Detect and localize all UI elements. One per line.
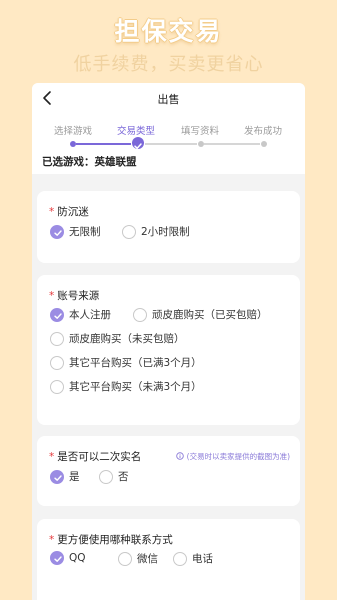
step-line-3 xyxy=(204,143,260,145)
option-label: 无限制 xyxy=(69,226,101,238)
step-dot-4 xyxy=(261,141,267,147)
promo-banner: 担保交易 低手续费，买卖更省心 xyxy=(0,0,337,82)
radio-unchecked-icon[interactable] xyxy=(50,355,64,370)
selected-game-label: 已选游戏：英雄联盟 xyxy=(42,156,137,168)
option-label: 其它平台购买（未满3个月） xyxy=(69,381,202,393)
rename-card: * 是否可以二次实名 (交易时以卖家提供的截图为准) 是 否 xyxy=(37,436,300,506)
radio-unchecked-icon[interactable] xyxy=(50,379,64,394)
nav-bar: 出售 xyxy=(32,83,305,114)
option-yes[interactable]: 是 xyxy=(50,469,80,484)
required-mark: * xyxy=(49,290,55,302)
anti-addiction-title: * 防沉迷 xyxy=(49,204,89,219)
option-label: 电话 xyxy=(192,553,213,565)
option-label: 本人注册 xyxy=(69,309,111,321)
anti-addiction-card: * 防沉迷 无限制 2小时限制 xyxy=(37,191,300,263)
option-wanpilu-insured[interactable]: 顽皮鹿购买（已买包赔） xyxy=(133,307,268,322)
account-source-title-text: 账号来源 xyxy=(57,290,100,302)
rename-note: (交易时以卖家提供的截图为准) xyxy=(176,451,290,462)
radio-checked-icon[interactable] xyxy=(50,551,64,565)
account-source-title: * 账号来源 xyxy=(49,288,99,303)
step-current-check-icon xyxy=(132,137,144,150)
rename-note-text: (交易时以卖家提供的截图为准) xyxy=(186,452,290,461)
option-phone[interactable]: 电话 xyxy=(173,551,213,566)
page-title: 出售 xyxy=(157,93,180,106)
rename-title-text: 是否可以二次实名 xyxy=(57,451,142,463)
option-label: 否 xyxy=(118,471,129,483)
required-mark: * xyxy=(49,534,55,546)
radio-unchecked-icon[interactable] xyxy=(133,307,147,322)
option-qq[interactable]: QQ xyxy=(50,551,86,565)
rename-title: * 是否可以二次实名 xyxy=(49,449,141,464)
option-label: 微信 xyxy=(137,553,158,565)
radio-unchecked-icon[interactable] xyxy=(50,331,64,346)
account-source-card: * 账号来源 本人注册 顽皮鹿购买（已买包赔） 顽皮鹿购买（未买包赔） 其它平台购… xyxy=(37,275,300,425)
option-wanpilu-uninsured[interactable]: 顽皮鹿购买（未买包赔） xyxy=(50,331,185,346)
promo-title: 担保交易 xyxy=(114,17,223,46)
option-no[interactable]: 否 xyxy=(99,469,129,484)
radio-unchecked-icon[interactable] xyxy=(118,551,132,566)
radio-checked-icon[interactable] xyxy=(50,469,64,484)
contact-title-text: 更方便使用哪种联系方式 xyxy=(57,534,173,546)
option-other-under-3m[interactable]: 其它平台购买（未满3个月） xyxy=(50,379,202,394)
step-line-1 xyxy=(76,143,131,145)
radio-checked-icon[interactable] xyxy=(50,224,64,239)
contact-card: * 更方便使用哪种联系方式 QQ 微信 电话 xyxy=(37,519,300,600)
step-publish-success: 发布成功 xyxy=(244,126,283,137)
option-label: 是 xyxy=(69,471,80,483)
option-other-over-3m[interactable]: 其它平台购买（已满3个月） xyxy=(50,355,202,370)
step-progress: 选择游戏 交易类型 填写资料 发布成功 已选游戏：英雄联盟 xyxy=(32,114,305,174)
step-select-game: 选择游戏 xyxy=(54,126,93,137)
anti-addiction-title-text: 防沉迷 xyxy=(57,206,89,218)
radio-unchecked-icon[interactable] xyxy=(99,469,113,484)
step-line-2 xyxy=(145,143,197,145)
option-label: QQ xyxy=(69,552,86,564)
required-mark: * xyxy=(49,206,55,218)
option-label: 其它平台购买（已满3个月） xyxy=(69,357,202,369)
option-label: 顽皮鹿购买（未买包赔） xyxy=(69,333,185,345)
info-icon xyxy=(176,452,184,460)
step-fill-info: 填写资料 xyxy=(181,126,220,137)
option-no-limit[interactable]: 无限制 xyxy=(50,224,101,239)
radio-checked-icon[interactable] xyxy=(50,307,64,322)
required-mark: * xyxy=(49,451,55,463)
option-self-registered[interactable]: 本人注册 xyxy=(50,307,111,322)
radio-unchecked-icon[interactable] xyxy=(122,224,136,239)
contact-title: * 更方便使用哪种联系方式 xyxy=(49,532,173,547)
app-screen: 出售 选择游戏 交易类型 填写资料 发布成功 已选游戏：英雄联盟 * 防沉迷 无限… xyxy=(32,83,305,600)
option-2h-limit[interactable]: 2小时限制 xyxy=(122,224,190,239)
step-trade-type: 交易类型 xyxy=(117,126,156,137)
promo-subtitle: 低手续费，买卖更省心 xyxy=(73,54,264,75)
option-label: 2小时限制 xyxy=(141,226,190,238)
option-label: 顽皮鹿购买（已买包赔） xyxy=(152,309,268,321)
option-wechat[interactable]: 微信 xyxy=(118,551,158,566)
radio-unchecked-icon[interactable] xyxy=(173,551,187,566)
